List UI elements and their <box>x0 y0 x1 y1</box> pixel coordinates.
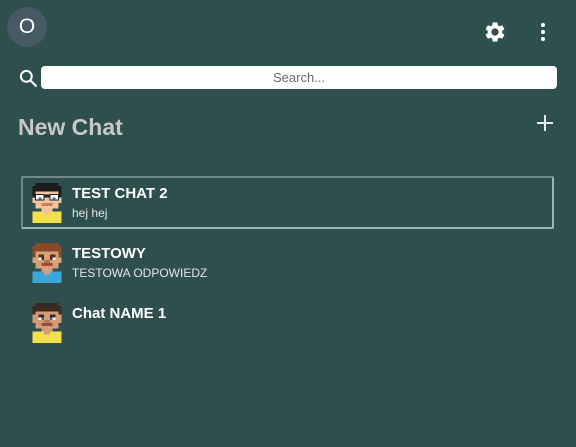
settings-button[interactable] <box>481 18 509 46</box>
user-avatar[interactable]: O <box>7 7 47 47</box>
new-chat-title: New Chat <box>18 114 123 140</box>
pixel-avatar-dark-hair-icon <box>32 303 62 343</box>
chat-name: TESTOWY <box>72 245 146 262</box>
more-vert-icon <box>541 23 545 41</box>
pixel-avatar-brown-hair-icon <box>32 243 62 283</box>
chat-name: Chat NAME 1 <box>72 305 167 322</box>
more-options-button[interactable] <box>529 18 557 46</box>
add-chat-button[interactable] <box>534 112 556 134</box>
pixel-avatar-glasses-icon <box>32 183 62 223</box>
gear-icon <box>485 22 505 42</box>
chat-app: O New Chat <box>0 0 576 447</box>
chat-item-test-chat-2[interactable]: TEST CHAT 2 hej hej <box>21 176 554 229</box>
search-input[interactable] <box>41 66 557 89</box>
chat-preview: TESTOWA ODPOWIEDZ <box>72 266 208 280</box>
chat-name: TEST CHAT 2 <box>72 185 168 202</box>
chat-list: TEST CHAT 2 hej hej TESTOWY TESTOWA ODPO… <box>21 176 554 356</box>
chat-preview: hej hej <box>72 206 108 220</box>
user-avatar-initial: O <box>18 15 36 38</box>
chat-item-testowy[interactable]: TESTOWY TESTOWA ODPOWIEDZ <box>21 236 554 289</box>
plus-icon <box>537 115 553 131</box>
search-icon <box>19 69 38 87</box>
chat-item-chat-name-1[interactable]: Chat NAME 1 <box>21 296 554 349</box>
